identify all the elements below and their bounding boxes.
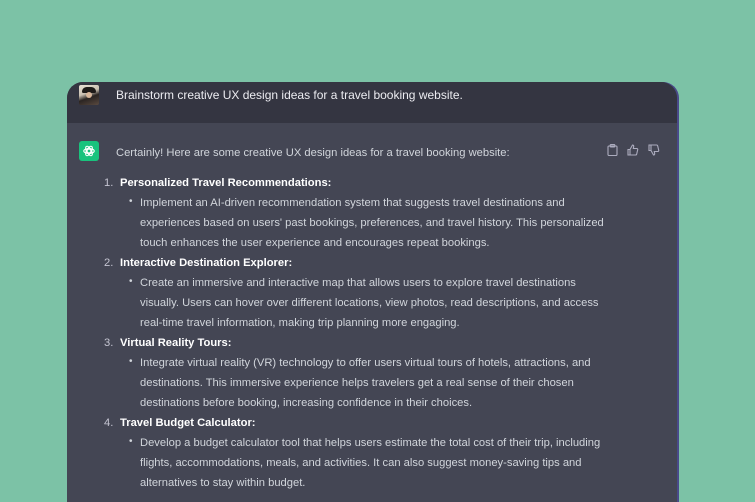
item-title: Personalized Travel Recommendations:	[120, 177, 332, 189]
chat-window: Brainstorm creative UX design ideas for …	[67, 82, 677, 502]
assistant-intro: Certainly! Here are some creative UX des…	[116, 147, 510, 159]
assistant-message-row: Certainly! Here are some creative UX des…	[67, 123, 677, 493]
item-number: 4.	[104, 417, 114, 429]
item-number: 3.	[104, 337, 114, 349]
item-title: Virtual Reality Tours:	[120, 337, 232, 349]
item-bullet: Develop a budget calculator tool that he…	[129, 432, 616, 493]
user-message-text: Brainstorm creative UX design ideas for …	[116, 88, 463, 102]
list-item: 1. Personalized Travel Recommendations: …	[104, 173, 616, 253]
user-message-row: Brainstorm creative UX design ideas for …	[67, 82, 677, 123]
item-number: 2.	[104, 257, 114, 269]
list-item: 4. Travel Budget Calculator: Develop a b…	[104, 413, 616, 493]
item-bullet: Integrate virtual reality (VR) technolog…	[129, 352, 616, 413]
item-title: Travel Budget Calculator:	[120, 417, 256, 429]
thumbs-up-icon[interactable]	[626, 143, 640, 157]
openai-logo-icon	[79, 141, 99, 161]
list-item: 2. Interactive Destination Explorer: Cre…	[104, 253, 616, 333]
message-actions	[605, 143, 661, 157]
item-number: 1.	[104, 177, 114, 189]
item-bullet: Implement an AI-driven recommendation sy…	[129, 192, 616, 253]
item-bullet: Create an immersive and interactive map …	[129, 272, 616, 333]
item-title: Interactive Destination Explorer:	[120, 257, 293, 269]
user-avatar	[79, 85, 99, 105]
idea-list: 1. Personalized Travel Recommendations: …	[104, 173, 616, 493]
list-item: 3. Virtual Reality Tours: Integrate virt…	[104, 333, 616, 413]
assistant-message-content: Certainly! Here are some creative UX des…	[104, 143, 616, 493]
thumbs-down-icon[interactable]	[647, 143, 661, 157]
clipboard-icon[interactable]	[605, 143, 619, 157]
